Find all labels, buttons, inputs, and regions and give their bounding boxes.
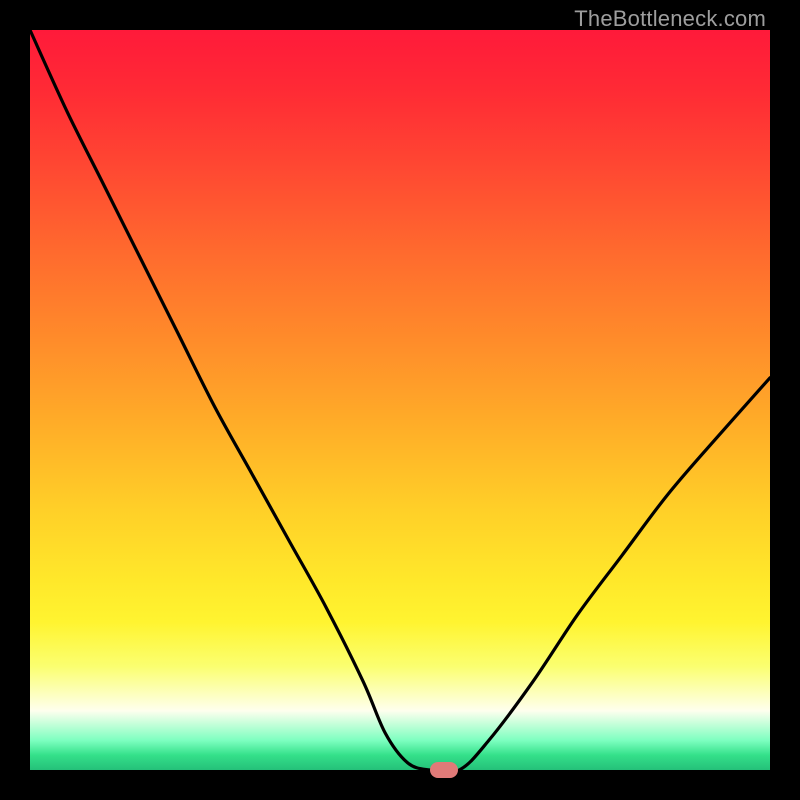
optimal-point-marker xyxy=(430,762,458,778)
chart-frame: TheBottleneck.com xyxy=(0,0,800,800)
bottleneck-curve xyxy=(30,30,770,770)
attribution-text: TheBottleneck.com xyxy=(574,6,766,32)
